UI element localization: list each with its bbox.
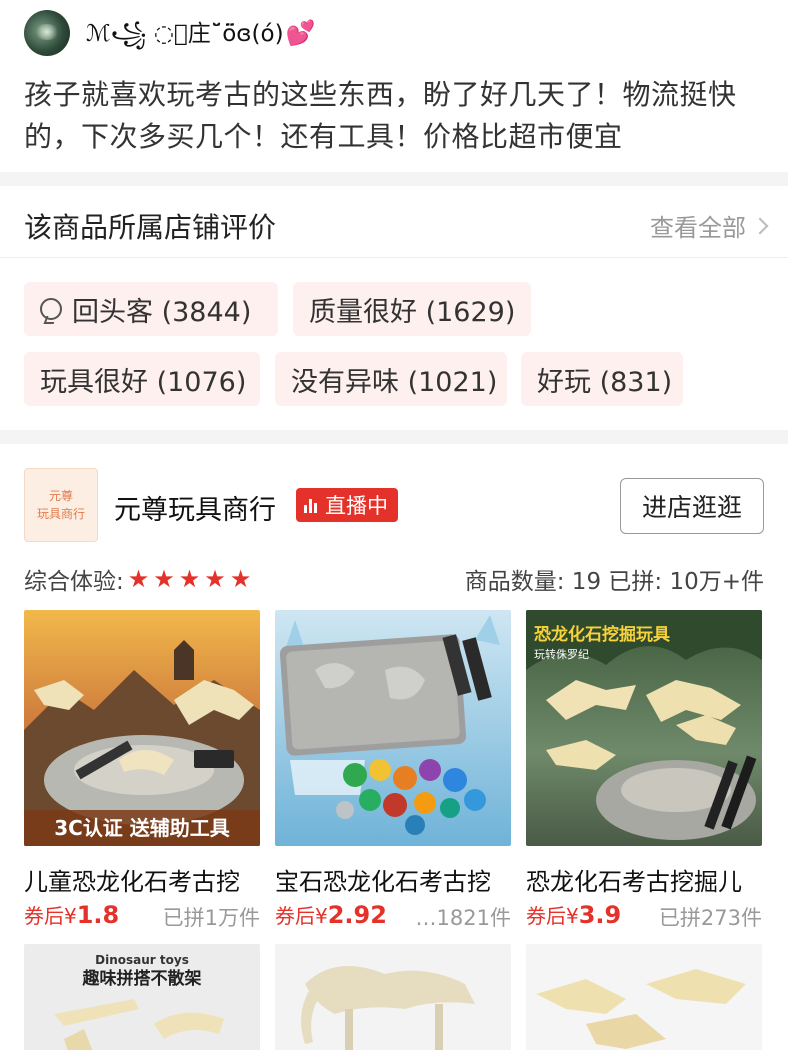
rating-tag[interactable]: 回头客 (3844) [24, 282, 278, 336]
live-label: 直播中 [325, 494, 388, 518]
shop-card: 元尊 玩具商行 元尊玩具商行 直播中 进店逛逛 综合体验: ★ ★ ★ ★ ★ … [0, 444, 788, 1050]
rating-tag[interactable]: 没有异味 (1021) [275, 352, 507, 406]
rating-tag-label: 好玩 (831) [537, 366, 673, 398]
experience-rating: 综合体验: ★ ★ ★ ★ ★ [24, 562, 251, 596]
see-all-label: 查看全部 [650, 214, 746, 242]
shop-stats-text: 商品数量: 19 已拼: 10万+件 [464, 569, 764, 595]
star-icon: ★ [153, 565, 175, 593]
product-sold: 已拼273件 [658, 906, 762, 930]
heart-emoji: 💕 [285, 19, 316, 47]
product-image[interactable] [275, 944, 511, 1050]
star-icon: ★ [229, 565, 252, 593]
star-icon: ★ [127, 565, 150, 593]
rating-tag-label: 没有异味 (1021) [291, 366, 498, 398]
review-username[interactable]: ℳ꧁ ◌⃝庄˘̆̈ö̈ɞ(ό)💕 [86, 14, 315, 63]
star-icon: ★ [178, 565, 201, 593]
shop-logo-line: 元尊 [48, 489, 73, 503]
repeat-customer-icon [40, 298, 62, 320]
image-subcaption: 玩转侏罗纪 [534, 647, 589, 661]
rating-tag-label: 玩具很好 (1076) [40, 366, 247, 398]
section-divider [0, 430, 788, 444]
rating-tag-label: 质量很好 (1629) [309, 296, 516, 328]
product-title: 恐龙化石考古挖掘儿 [526, 868, 742, 896]
product-image[interactable]: 恐龙化石挖掘玩具 玩转侏罗纪 [526, 610, 762, 846]
image-caption: 趣味拼搭不散架 [82, 968, 202, 989]
product-sold: 已拼1万件 [162, 906, 260, 930]
enter-shop-button[interactable]: 进店逛逛 [620, 478, 764, 534]
live-icon [304, 497, 317, 513]
product-title: 宝石恐龙化石考古挖 [275, 868, 491, 896]
shop-name[interactable]: 元尊玩具商行 [114, 488, 276, 527]
product-sold: …1821件 [415, 906, 511, 930]
shop-rating-header: 该商品所属店铺评价 查看全部 [0, 186, 788, 258]
product-image[interactable]: 3C认证 送辅助工具 [24, 610, 260, 846]
shop-logo-line: 玩具商行 [36, 507, 85, 521]
product-card[interactable]: 恐龙化石挖掘玩具 玩转侏罗纪 恐龙化石考古挖掘儿 券后¥3.9 已拼273件 [526, 610, 762, 930]
live-badge[interactable]: 直播中 [296, 488, 398, 522]
section-divider [0, 172, 788, 186]
review-text: 孩子就喜欢玩考古的这些东西，盼了好几天了！物流挺快的，下次多买几个！还有工具！价… [24, 78, 737, 153]
experience-label: 综合体验: [24, 569, 124, 595]
rating-tag[interactable]: 玩具很好 (1076) [24, 352, 260, 406]
chevron-right-icon [751, 217, 769, 234]
review-card: ℳ꧁ ◌⃝庄˘̆̈ö̈ɞ(ό)💕 孩子就喜欢玩考古的这些东西，盼了好几天了！物流… [0, 0, 788, 172]
product-price: 券后¥2.92 [275, 901, 387, 929]
product-image[interactable]: Dinosaur toys 趣味拼搭不散架 [24, 944, 260, 1050]
image-caption: 恐龙化石挖掘玩具 [534, 624, 670, 645]
rating-tag-label: 回头客 (3844) [72, 296, 252, 328]
shop-rating-title: 该商品所属店铺评价 [24, 211, 277, 244]
see-all-link[interactable]: 查看全部 [650, 208, 769, 243]
shop-logo[interactable]: 元尊 玩具商行 [24, 468, 98, 542]
product-image[interactable] [526, 944, 762, 1050]
product-price: 券后¥3.9 [526, 901, 622, 929]
star-icon: ★ [204, 565, 226, 593]
rating-tag[interactable]: 好玩 (831) [521, 352, 683, 406]
product-title: 儿童恐龙化石考古挖 [24, 868, 240, 896]
product-image[interactable] [275, 610, 511, 846]
image-caption-small: Dinosaur toys [95, 953, 189, 967]
product-card[interactable]: 3C认证 送辅助工具 儿童恐龙化石考古挖 券后¥1.8 已拼1万件 [24, 610, 260, 930]
product-card[interactable]: 宝石恐龙化石考古挖 券后¥2.92 …1821件 [275, 610, 511, 930]
user-avatar[interactable] [24, 10, 70, 56]
username-text: ℳ꧁ ◌⃝庄˘̆̈ö̈ɞ(ό) [86, 21, 284, 47]
product-price: 券后¥1.8 [24, 901, 120, 929]
image-caption: 3C认证 送辅助工具 [54, 816, 230, 840]
shop-stats: 综合体验: ★ ★ ★ ★ ★ 商品数量: 19 已拼: 10万+件 [24, 562, 764, 595]
rating-tag[interactable]: 质量很好 (1629) [293, 282, 531, 336]
